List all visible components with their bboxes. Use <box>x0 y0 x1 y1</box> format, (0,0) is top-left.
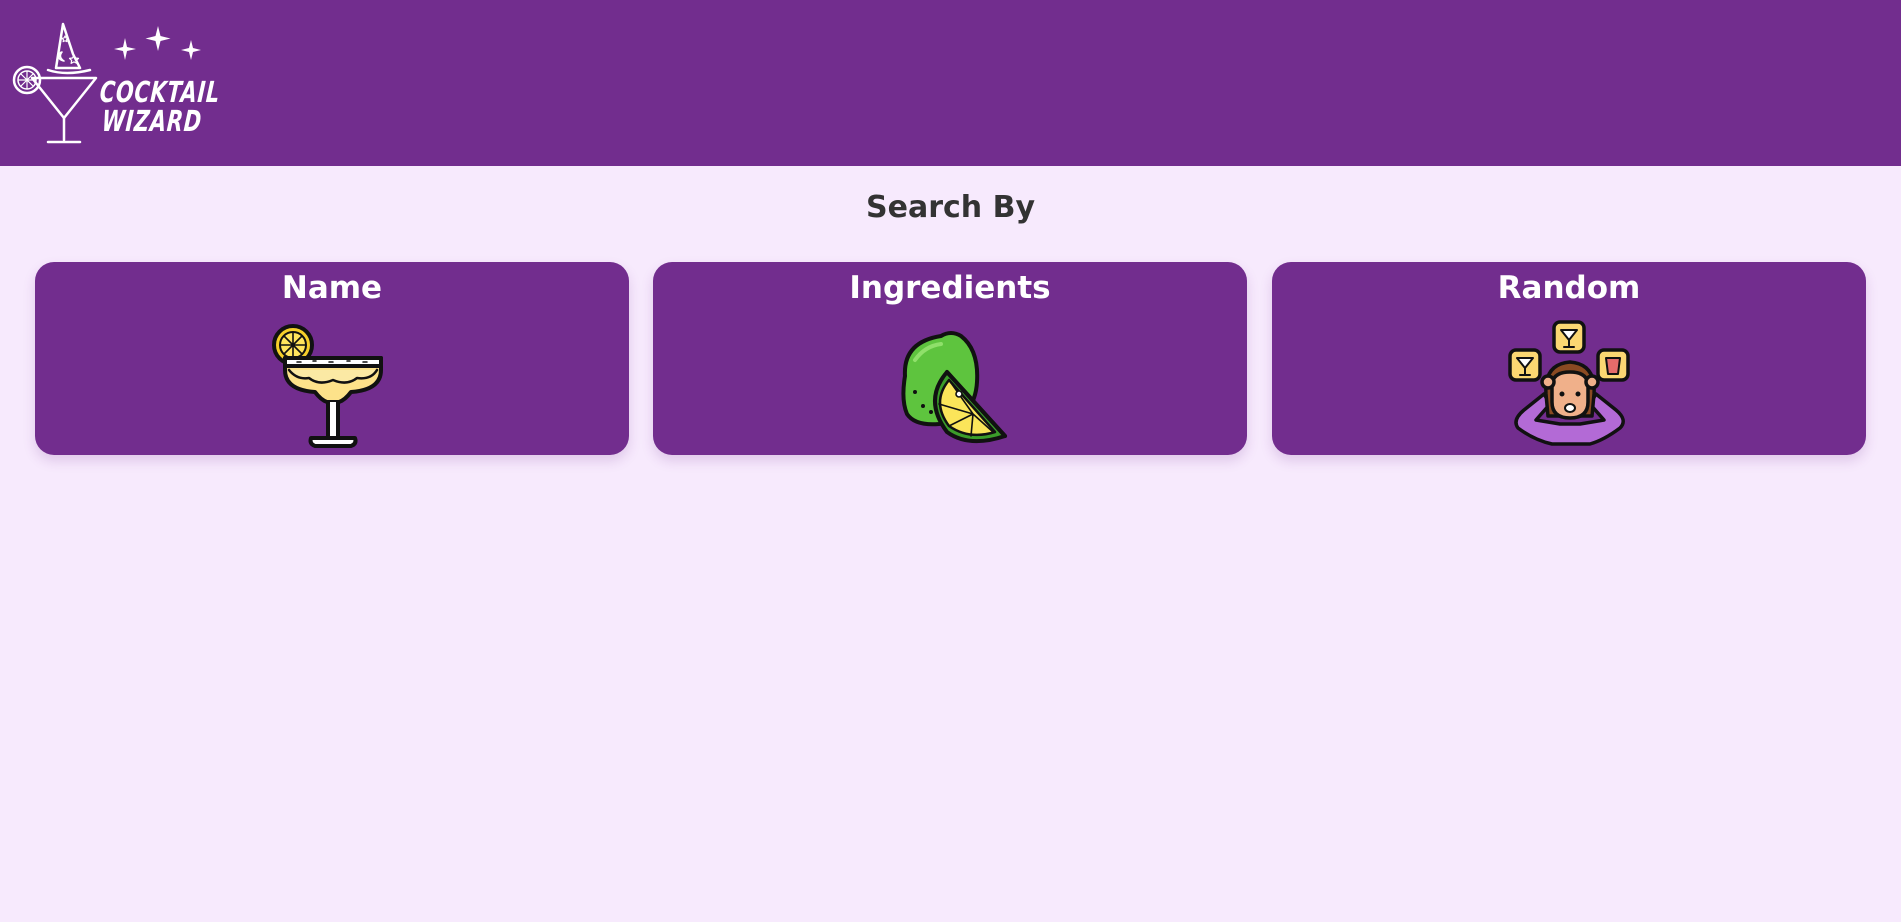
header: COCKTAIL WIZARD <box>0 0 1901 166</box>
logo[interactable]: COCKTAIL WIZARD <box>10 14 221 148</box>
search-by-title: Search By <box>866 190 1035 225</box>
card-label-random: Random <box>1497 270 1641 306</box>
card-label-ingredients: Ingredients <box>849 270 1051 306</box>
search-by-name-card[interactable]: Name <box>35 262 629 455</box>
logo-text-line2: WIZARD <box>100 104 204 138</box>
person-cocktails-icon <box>1508 320 1630 446</box>
search-by-random-card[interactable]: Random <box>1272 262 1866 455</box>
margarita-glass-icon <box>272 324 383 448</box>
lime-icon <box>901 331 1007 444</box>
search-by-ingredients-card[interactable]: Ingredients <box>653 262 1247 455</box>
logo-text: COCKTAIL WIZARD <box>97 75 222 138</box>
card-label-name: Name <box>281 270 383 306</box>
